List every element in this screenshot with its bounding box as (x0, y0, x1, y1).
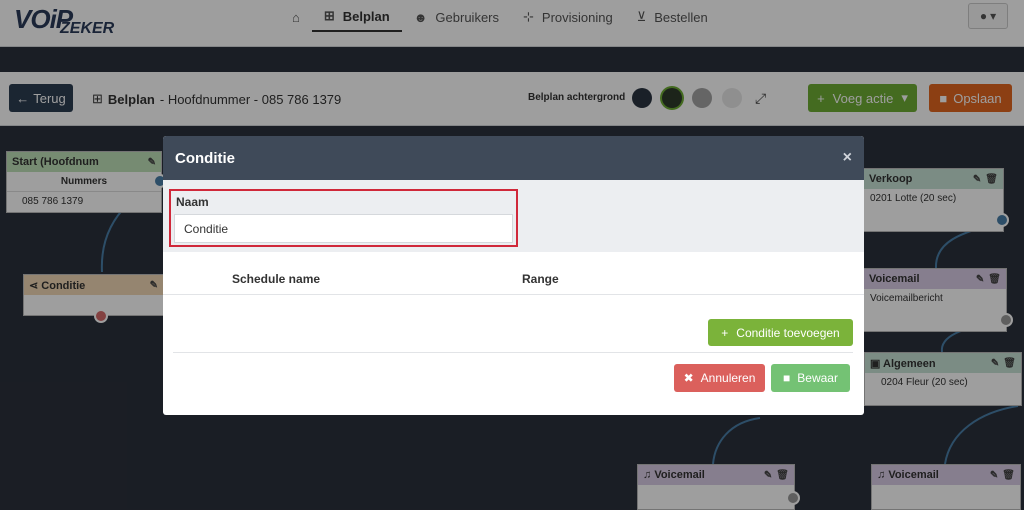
schedule-table-header: Schedule name Range (163, 262, 864, 295)
column-range: Range (522, 272, 559, 286)
name-input[interactable] (174, 214, 513, 243)
close-icon[interactable]: × (843, 149, 852, 167)
add-condition-label: Conditie toevoegen (736, 325, 840, 340)
modal-header: Conditie × (163, 136, 864, 180)
name-label: Naam (176, 195, 209, 209)
modal-title: Conditie (175, 149, 235, 167)
divider (173, 352, 853, 353)
condition-modal: Conditie × Naam Schedule name Range + Co… (163, 136, 864, 415)
cancel-button[interactable]: ✖ Annuleren (674, 364, 765, 392)
save-icon: ■ (783, 371, 791, 385)
add-condition-button[interactable]: + Conditie toevoegen (708, 319, 853, 346)
keep-label: Bewaar (797, 371, 838, 385)
plus-icon: + (721, 325, 729, 340)
save-condition-button[interactable]: ■ Bewaar (771, 364, 850, 392)
name-field-highlight: Naam (169, 189, 518, 247)
close-icon: ✖ (683, 371, 694, 385)
column-schedule-name: Schedule name (232, 272, 321, 286)
cancel-label: Annuleren (700, 371, 756, 385)
name-section: Naam (163, 180, 864, 252)
